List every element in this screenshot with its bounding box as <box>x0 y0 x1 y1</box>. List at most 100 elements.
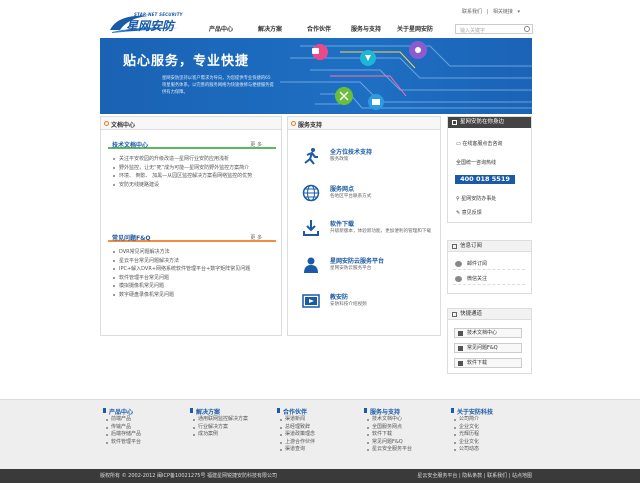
service-desc: 服务政策 <box>330 157 349 162</box>
document-icon <box>458 331 463 336</box>
office-label: 星网安防办事处 <box>461 196 497 202</box>
tech-docs-header: 技术文档中心 更 多 <box>108 141 276 149</box>
footer-link[interactable]: 传输产品 <box>103 424 183 432</box>
footer-column-title[interactable]: 解决方案 <box>190 407 270 416</box>
chevron-down-icon: ▾ <box>517 9 521 15</box>
list-item[interactable]: DVR常见问题解决方法 <box>113 248 250 257</box>
service-desc: 升级新版本，体验新功能，更加便利的管理和下载 <box>330 229 432 234</box>
list-item[interactable]: 野外监控，让无“死”成为可能—星网安防野外监控方案简介 <box>113 164 252 173</box>
feedback-link[interactable]: ✎ 意见反馈 <box>456 209 482 216</box>
service-support-header: 服务支持 <box>288 117 440 130</box>
footer-link[interactable]: 星云安全服务平台 <box>364 446 444 454</box>
logo[interactable]: STAR-NET SECURITY 星网安防 <box>108 12 183 34</box>
footer-link[interactable]: 企业文化 <box>451 439 531 447</box>
footer-link[interactable]: 后端存储产品 <box>103 431 183 439</box>
tech-docs-list: 关注平安校园的升级改造—星网行业安防应用浅析 野外监控，让无“死”成为可能—星网… <box>113 155 252 189</box>
email-subscribe-button[interactable]: 邮件订阅 <box>453 258 525 270</box>
service-cloud-platform[interactable]: 星网安防云服务平台 星网安防云服务平台 <box>300 256 440 286</box>
nav-service[interactable]: 服务与支持 <box>343 22 389 36</box>
nav-products[interactable]: 产品中心 <box>197 22 245 36</box>
tech-docs-more-link[interactable]: 更 多 <box>250 141 262 148</box>
hotline-label: 全国统一咨询热线 <box>456 160 497 166</box>
footer-link[interactable]: 光辉历程 <box>451 431 531 439</box>
office-link[interactable]: ⚲ 星网安防办事处 <box>456 195 496 202</box>
search-icon[interactable] <box>524 26 530 32</box>
list-item[interactable]: 软件管理平台常见问题 <box>113 274 250 283</box>
top-links: 联系我们 | 相关链接 ▾ <box>462 8 523 15</box>
quick-access-panel: 快捷通道 技术文档中心 常见问题F&Q 软件下载 <box>447 308 532 374</box>
footer-link[interactable]: 上游合作伙伴 <box>277 439 357 447</box>
globe-icon <box>302 184 320 202</box>
service-outlets[interactable]: 服务网点 各地区平台联系方式 <box>300 184 440 214</box>
feedback-label: 意见反馈 <box>461 210 482 216</box>
running-man-icon <box>304 148 318 165</box>
footer-link[interactable]: 成功案例 <box>190 431 270 439</box>
search-placeholder: 输入关键字 <box>460 28 486 34</box>
page: STAR-NET SECURITY 星网安防 联系我们 | 相关链接 ▾ 产品中… <box>0 0 640 483</box>
list-item[interactable]: 安防无线链路建设 <box>113 181 252 190</box>
footer-link[interactable]: 前端产品 <box>103 416 183 424</box>
service-title[interactable]: 服务网点 <box>330 184 354 193</box>
nav-partners[interactable]: 合作伙伴 <box>295 22 343 36</box>
footer-link[interactable]: 软件下载 <box>364 431 444 439</box>
footer-column-title[interactable]: 合作伙伴 <box>277 407 357 416</box>
service-title[interactable]: 星网安防云服务平台 <box>330 256 384 265</box>
footer-link[interactable]: 行业解决方案 <box>190 424 270 432</box>
service-title[interactable]: 教安防 <box>330 292 348 301</box>
nav-solutions[interactable]: 解决方案 <box>245 22 295 36</box>
chat-icon <box>452 120 457 125</box>
list-item[interactable]: 关注平安校园的升级改造—星网行业安防应用浅析 <box>113 155 252 164</box>
faq-list: DVR常见问题解决方法 星云平台常见问题解决方法 IPC+解入DVR+网络系统软… <box>113 248 250 299</box>
quick-download-button[interactable]: 软件下载 <box>454 358 522 368</box>
footer-link[interactable]: 渠道政策理念 <box>277 431 357 439</box>
footer-column-products: 产品中心 前端产品 传输产品 后端存储产品 软件管理平台 <box>103 407 183 446</box>
footer-link[interactable]: 软件管理平台 <box>103 439 183 447</box>
footer-link[interactable]: 常见问题F&Q <box>364 439 444 447</box>
footer-link[interactable]: 总经理致辞 <box>277 424 357 432</box>
related-links-link[interactable]: 相关链接 <box>493 9 513 15</box>
footer-column-title[interactable]: 产品中心 <box>103 407 183 416</box>
tech-docs-title[interactable]: 技术文档中心 <box>112 140 148 149</box>
service-software-download[interactable]: 软件下载 升级新版本，体验新功能，更加便利的管理和下载 <box>300 219 440 249</box>
footer-link[interactable]: 公司简介 <box>451 416 531 424</box>
list-item[interactable]: 环境、 倒影、 加黑—从园区监控解决方案看网络监控的优势 <box>113 172 252 181</box>
footer-link[interactable]: 渠道查询 <box>277 446 357 454</box>
footer-link[interactable]: 通用联网监控解决方案 <box>190 416 270 424</box>
footer-link[interactable]: 公司动态 <box>451 446 531 454</box>
list-item[interactable]: 星云平台常见问题解决方法 <box>113 257 250 266</box>
service-tech-support[interactable]: 全方位技术支持 服务政策 <box>300 147 440 177</box>
footer-column-title[interactable]: 关于安防科技 <box>451 407 531 416</box>
footer-link[interactable]: 企业文化 <box>451 424 531 432</box>
service-title[interactable]: 软件下载 <box>330 219 354 228</box>
contact-panel-title: 星网安防在你身边 <box>460 119 505 125</box>
footer-link[interactable]: 技术文档中心 <box>364 416 444 424</box>
list-item[interactable]: 数字硬盘录像机常见问题 <box>113 291 250 300</box>
search-input[interactable]: 输入关键字 <box>455 24 533 34</box>
quick-tech-docs-button[interactable]: 技术文档中心 <box>454 328 522 338</box>
list-item[interactable]: IPC+解入DVR+网络系统软件管理平台+数字矩阵常见问题 <box>113 265 250 274</box>
contact-link[interactable]: 联系我们 <box>462 9 482 15</box>
footer-column-title[interactable]: 服务与支持 <box>364 407 444 416</box>
online-service-link[interactable]: ▭ 在线客服点击咨询 <box>456 140 502 147</box>
faq-more-link[interactable]: 更 多 <box>250 234 262 241</box>
footer-column-service: 服务与支持 技术文档中心 全国服务网点 软件下载 常见问题F&Q 星云安全服务平… <box>364 407 444 454</box>
nav-about[interactable]: 关于星网安防 <box>389 22 441 36</box>
list-item[interactable]: 模拟摄像机常见问题 <box>113 282 250 291</box>
service-teaching-video[interactable]: 教安防 安防科技介绍视频 <box>300 292 440 322</box>
footer-column-solutions: 解决方案 通用联网监控解决方案 行业解决方案 成功案例 <box>190 407 270 439</box>
faq-title[interactable]: 常见问题F&Q <box>112 233 150 242</box>
hotline-number[interactable]: 400 018 5519 <box>455 175 515 184</box>
wechat-follow-button[interactable]: 微信关注 <box>453 273 525 285</box>
footer-link[interactable]: 渠道新闻 <box>277 416 357 424</box>
footer-bottom-links[interactable]: 星云安全服务平台 | 隐私条款 | 联系我们 | 站点地图 <box>417 469 532 483</box>
person-icon <box>304 257 318 273</box>
quick-download-label: 软件下载 <box>467 360 488 366</box>
contact-panel: 星网安防在你身边 ▭ 在线客服点击咨询 全国统一咨询热线 400 018 551… <box>447 116 532 223</box>
quick-faq-button[interactable]: 常见问题F&Q <box>454 343 522 353</box>
footer-link[interactable]: 全国服务网点 <box>364 424 444 432</box>
subscribe-panel: 信息订阅 邮件订阅 微信关注 <box>447 240 532 294</box>
info-icon <box>452 244 457 249</box>
service-title[interactable]: 全方位技术支持 <box>330 147 372 156</box>
footer-column-about: 关于安防科技 公司简介 企业文化 光辉历程 企业文化 公司动态 <box>451 407 531 454</box>
question-icon <box>458 346 463 351</box>
